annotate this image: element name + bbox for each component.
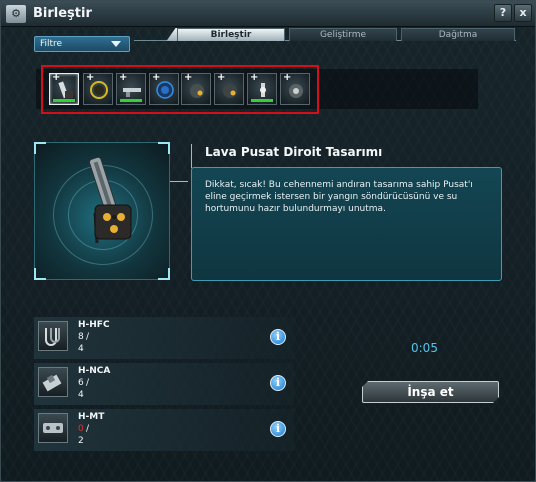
item-description: Dikkat, sıcak! Bu cehennemi andıran tasa…	[205, 180, 473, 214]
window-title: Birleştir	[33, 6, 92, 21]
filter-label: Filtre	[40, 39, 63, 49]
requirement-row: H-NCA 6 / 4 i	[34, 363, 294, 405]
item-slot-lava-pusat-blueprint[interactable]: +	[49, 72, 79, 105]
crafting-app-icon: ⚙	[6, 5, 26, 23]
component-icon	[38, 367, 68, 397]
item-slot-blue-sphere-blueprint[interactable]: +	[149, 72, 179, 105]
requirement-row: H-MT 0 / 2 i	[34, 409, 294, 451]
item-slot-rifle-blueprint[interactable]: +	[116, 72, 146, 105]
requirement-have: 8	[78, 332, 84, 342]
item-slot-droid-core-blueprint[interactable]: +	[181, 72, 211, 105]
frame-corner	[158, 142, 170, 154]
info-button[interactable]: i	[270, 375, 286, 391]
title-bar[interactable]: ⚙ Birleştir ? x	[1, 1, 535, 27]
item-progress-bar	[120, 99, 142, 102]
tab-upgrade[interactable]: Geliştirme	[289, 28, 397, 41]
droid-core-blueprint-icon	[190, 84, 204, 98]
preview-connector	[170, 181, 188, 182]
lava-pusat-blueprint-icon	[58, 81, 73, 99]
requirement-slash: /	[86, 378, 90, 388]
item-slot-yellow-ring-blueprint[interactable]: +	[83, 72, 113, 105]
requirement-name: H-MT	[78, 412, 105, 422]
yellow-ring-blueprint-icon	[90, 81, 108, 99]
close-button[interactable]: x	[514, 4, 532, 22]
tab-combine[interactable]: Birleştir	[177, 28, 285, 41]
help-button[interactable]: ?	[494, 4, 512, 22]
requirement-have: 0	[78, 424, 84, 434]
requirement-need: 4	[78, 390, 84, 400]
frame-corner	[158, 268, 170, 280]
crafting-window: ⚙ Birleştir ? x Filtre Birleştir Gelişti…	[0, 0, 536, 482]
requirement-name: H-NCA	[78, 366, 111, 376]
cable-icon	[38, 321, 68, 351]
item-progress-bar	[53, 99, 75, 102]
build-button[interactable]: İnşa et	[362, 381, 499, 403]
item-slot-droid-small-blueprint[interactable]: +	[280, 72, 310, 105]
filter-dropdown[interactable]: Filtre	[34, 36, 130, 52]
frame-corner	[34, 142, 46, 154]
frame-corner	[34, 268, 46, 280]
module-icon	[38, 413, 68, 443]
item-progress-bar	[251, 99, 273, 102]
droid-small-blueprint-icon	[289, 84, 303, 98]
requirement-slash: /	[86, 424, 90, 434]
preview-connector	[191, 144, 192, 168]
info-button[interactable]: i	[270, 329, 286, 345]
droid-core-alt-blueprint-icon	[223, 84, 237, 98]
beacon-blueprint-icon	[260, 83, 266, 97]
requirement-have: 6	[78, 378, 84, 388]
craft-timer: 0:05	[411, 341, 438, 355]
requirement-name: H-HFC	[78, 320, 110, 330]
blue-sphere-blueprint-icon	[156, 81, 174, 99]
requirement-slash: /	[86, 332, 90, 342]
item-preview	[34, 142, 170, 280]
rifle-blueprint-icon	[123, 88, 141, 97]
item-slot-beacon-blueprint[interactable]: +	[247, 72, 277, 105]
item-slot-droid-core-alt-blueprint[interactable]: +	[214, 72, 244, 105]
requirement-need: 4	[78, 344, 84, 354]
tab-dismantle[interactable]: Dağıtma	[401, 28, 515, 41]
chevron-down-icon	[111, 41, 121, 47]
requirement-row: H-HFC 8 / 4 i	[34, 317, 294, 359]
info-button[interactable]: i	[270, 421, 286, 437]
requirement-need: 2	[78, 436, 84, 446]
lava-droid-icon	[88, 156, 132, 244]
item-title: Lava Pusat Diroit Tasarımı	[205, 145, 383, 159]
